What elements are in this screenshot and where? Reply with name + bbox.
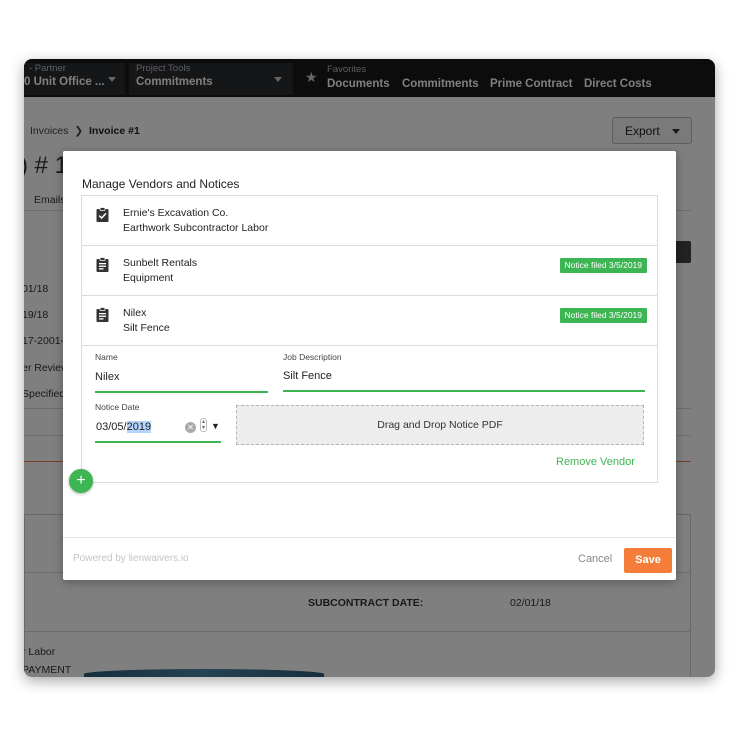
vendor-description: Earthwork Subcontractor Labor [123,222,269,234]
vendor-row[interactable]: Sunbelt Rentals Equipment Notice filed 3… [82,246,657,296]
manage-vendors-modal: Manage Vendors and Notices Ernie's Excav… [63,151,676,580]
name-field-underline [95,391,268,393]
notice-filed-badge: Notice filed 3/5/2019 [559,308,647,323]
date-spinner[interactable]: ▴ ▾ [200,418,207,432]
clear-icon[interactable]: ✕ [185,422,196,433]
caret-down-icon[interactable]: ▼ [211,421,220,431]
vendor-name: Nilex [123,307,147,319]
job-description-underline [283,390,645,392]
job-description-label: Job Description [283,352,342,362]
vendor-description: Silt Fence [123,322,170,334]
vendor-name: Sunbelt Rentals [123,257,198,269]
notice-date-year-selected: 2019 [126,421,152,433]
clipboard-list-icon [96,307,109,322]
notice-filed-badge: Notice filed 3/5/2019 [559,258,647,273]
job-description-field[interactable]: Silt Fence [283,370,332,382]
save-button[interactable]: Save [624,548,672,573]
vendor-row[interactable]: Ernie's Excavation Co. Earthwork Subcont… [82,196,657,246]
vendor-name: Ernie's Excavation Co. [123,207,229,219]
vendor-row[interactable]: Nilex Silt Fence Notice filed 3/5/2019 [82,296,657,346]
cancel-button[interactable]: Cancel [578,553,612,565]
powered-by-text: Powered by lienwaivers.io [73,553,189,564]
notice-pdf-dropzone[interactable]: Drag and Drop Notice PDF [236,405,644,445]
name-label: Name [95,352,118,362]
notice-date-label: Notice Date [95,402,140,412]
notice-date-prefix: 03/05/ [96,421,127,433]
modal-title: Manage Vendors and Notices [82,177,240,191]
remove-vendor-link[interactable]: Remove Vendor [556,456,635,468]
clipboard-list-icon [96,257,109,272]
vendor-description: Equipment [123,272,174,284]
divider [63,537,676,538]
clipboard-check-icon [96,207,109,222]
name-field[interactable]: Nilex [95,371,119,383]
notice-date-underline [95,441,221,443]
add-vendor-button[interactable]: + [69,469,93,493]
notice-date-field[interactable]: 03/05/2019 [96,421,152,433]
